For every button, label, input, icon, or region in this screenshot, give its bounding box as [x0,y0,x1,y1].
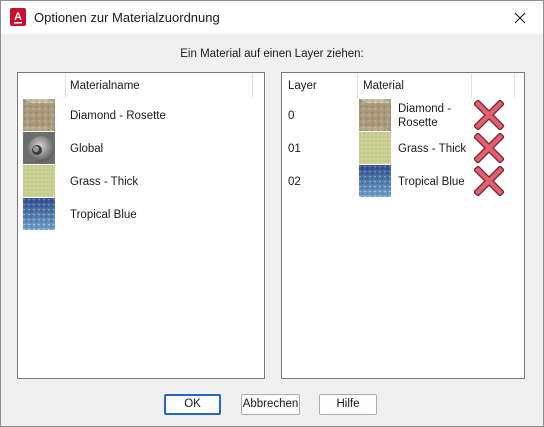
material-assignment-dialog: A Optionen zur Materialzuordnung Ein Mat… [0,0,544,427]
remove-x-icon[interactable] [474,100,504,130]
material-list-item[interactable]: Diamond - Rosette [18,99,264,132]
close-button[interactable] [497,1,543,34]
assigned-material-name: Tropical Blue [398,176,465,188]
material-name-column-header[interactable]: Materialname [70,73,140,99]
assigned-material-name: Diamond - [398,103,452,115]
layer-name: 02 [288,176,301,188]
layer-assignment-row[interactable]: 0 Diamond - Rosette [282,99,524,132]
help-button[interactable]: Hilfe [319,394,377,415]
close-icon [514,12,526,23]
column-separator [471,74,472,98]
title-bar: A Optionen zur Materialzuordnung [1,1,543,34]
material-list-item[interactable]: Grass - Thick [18,165,264,198]
material-list-panel[interactable]: Materialname Diamond - Rosette Global Gr… [17,72,265,379]
material-name: Grass - Thick [70,176,139,188]
grass-thick-swatch-icon [23,165,55,197]
grass-thick-swatch-icon [359,132,391,164]
autocad-app-icon: A [10,8,26,26]
global-sphere-swatch-icon [23,132,55,164]
material-column-header[interactable]: Material [363,73,404,99]
ok-button[interactable]: OK [164,394,221,415]
layer-name: 01 [288,143,301,155]
tropical-blue-swatch-icon [359,165,391,197]
material-name: Tropical Blue [70,209,137,221]
svg-text:A: A [14,11,22,23]
cancel-button[interactable]: Abbrechen [241,394,300,415]
remove-x-icon[interactable] [474,133,504,163]
layer-assignment-row[interactable]: 02 Tropical Blue [282,165,524,198]
column-separator [252,74,253,98]
window-title: Optionen zur Materialzuordnung [34,10,220,25]
assigned-material-name-line2: Rosette [398,117,438,129]
tropical-blue-swatch-icon [23,198,55,230]
layer-column-header[interactable]: Layer [288,73,317,99]
layer-assignment-panel[interactable]: Layer Material 0 Diamond - Rosette 01 Gr… [281,72,525,379]
material-list-item[interactable]: Global [18,132,264,165]
column-separator [65,74,66,98]
diamond-rosette-swatch-icon [359,99,391,131]
material-list-item[interactable]: Tropical Blue [18,198,264,231]
column-separator [357,74,358,98]
material-name: Global [70,143,104,155]
material-name: Diamond - Rosette [70,110,166,122]
remove-x-icon[interactable] [474,166,504,196]
drag-instruction-label: Ein Material auf einen Layer ziehen: [180,48,364,60]
layer-name: 0 [288,110,295,122]
assigned-material-name: Grass - Thick [398,143,467,155]
column-separator [514,74,515,98]
diamond-rosette-swatch-icon [23,99,55,131]
layer-assignment-row[interactable]: 01 Grass - Thick [282,132,524,165]
